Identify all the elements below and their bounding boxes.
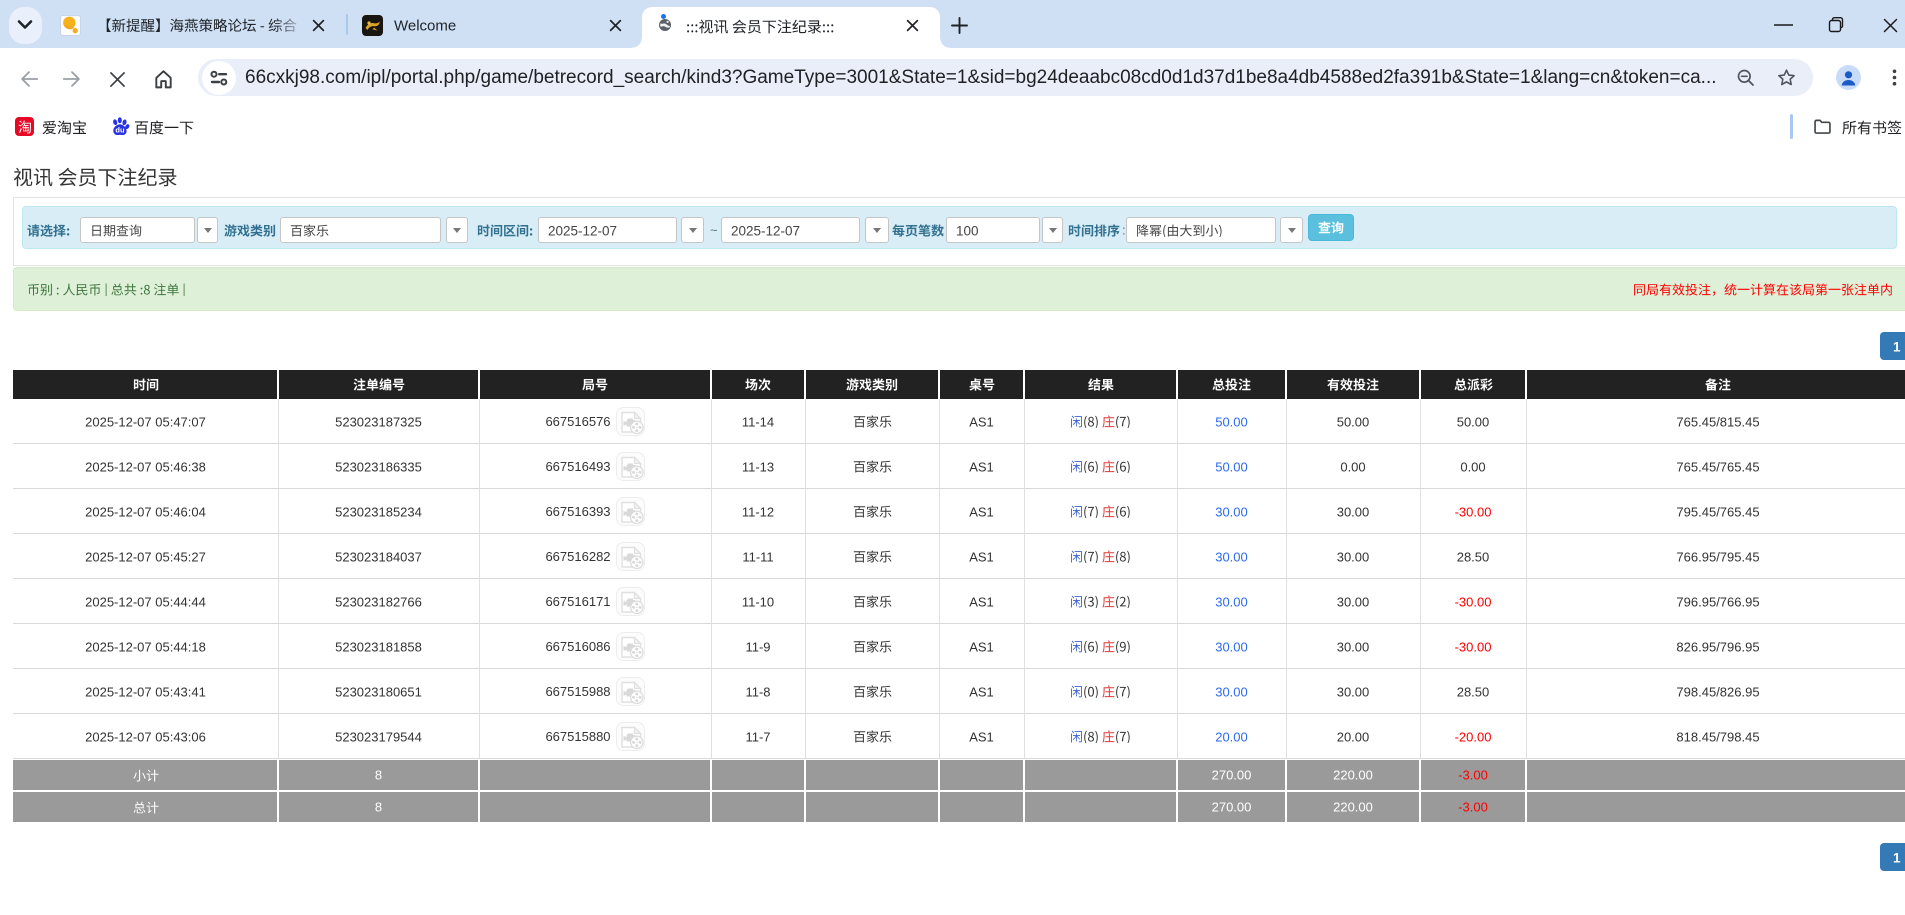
svg-text:du: du: [115, 126, 125, 135]
